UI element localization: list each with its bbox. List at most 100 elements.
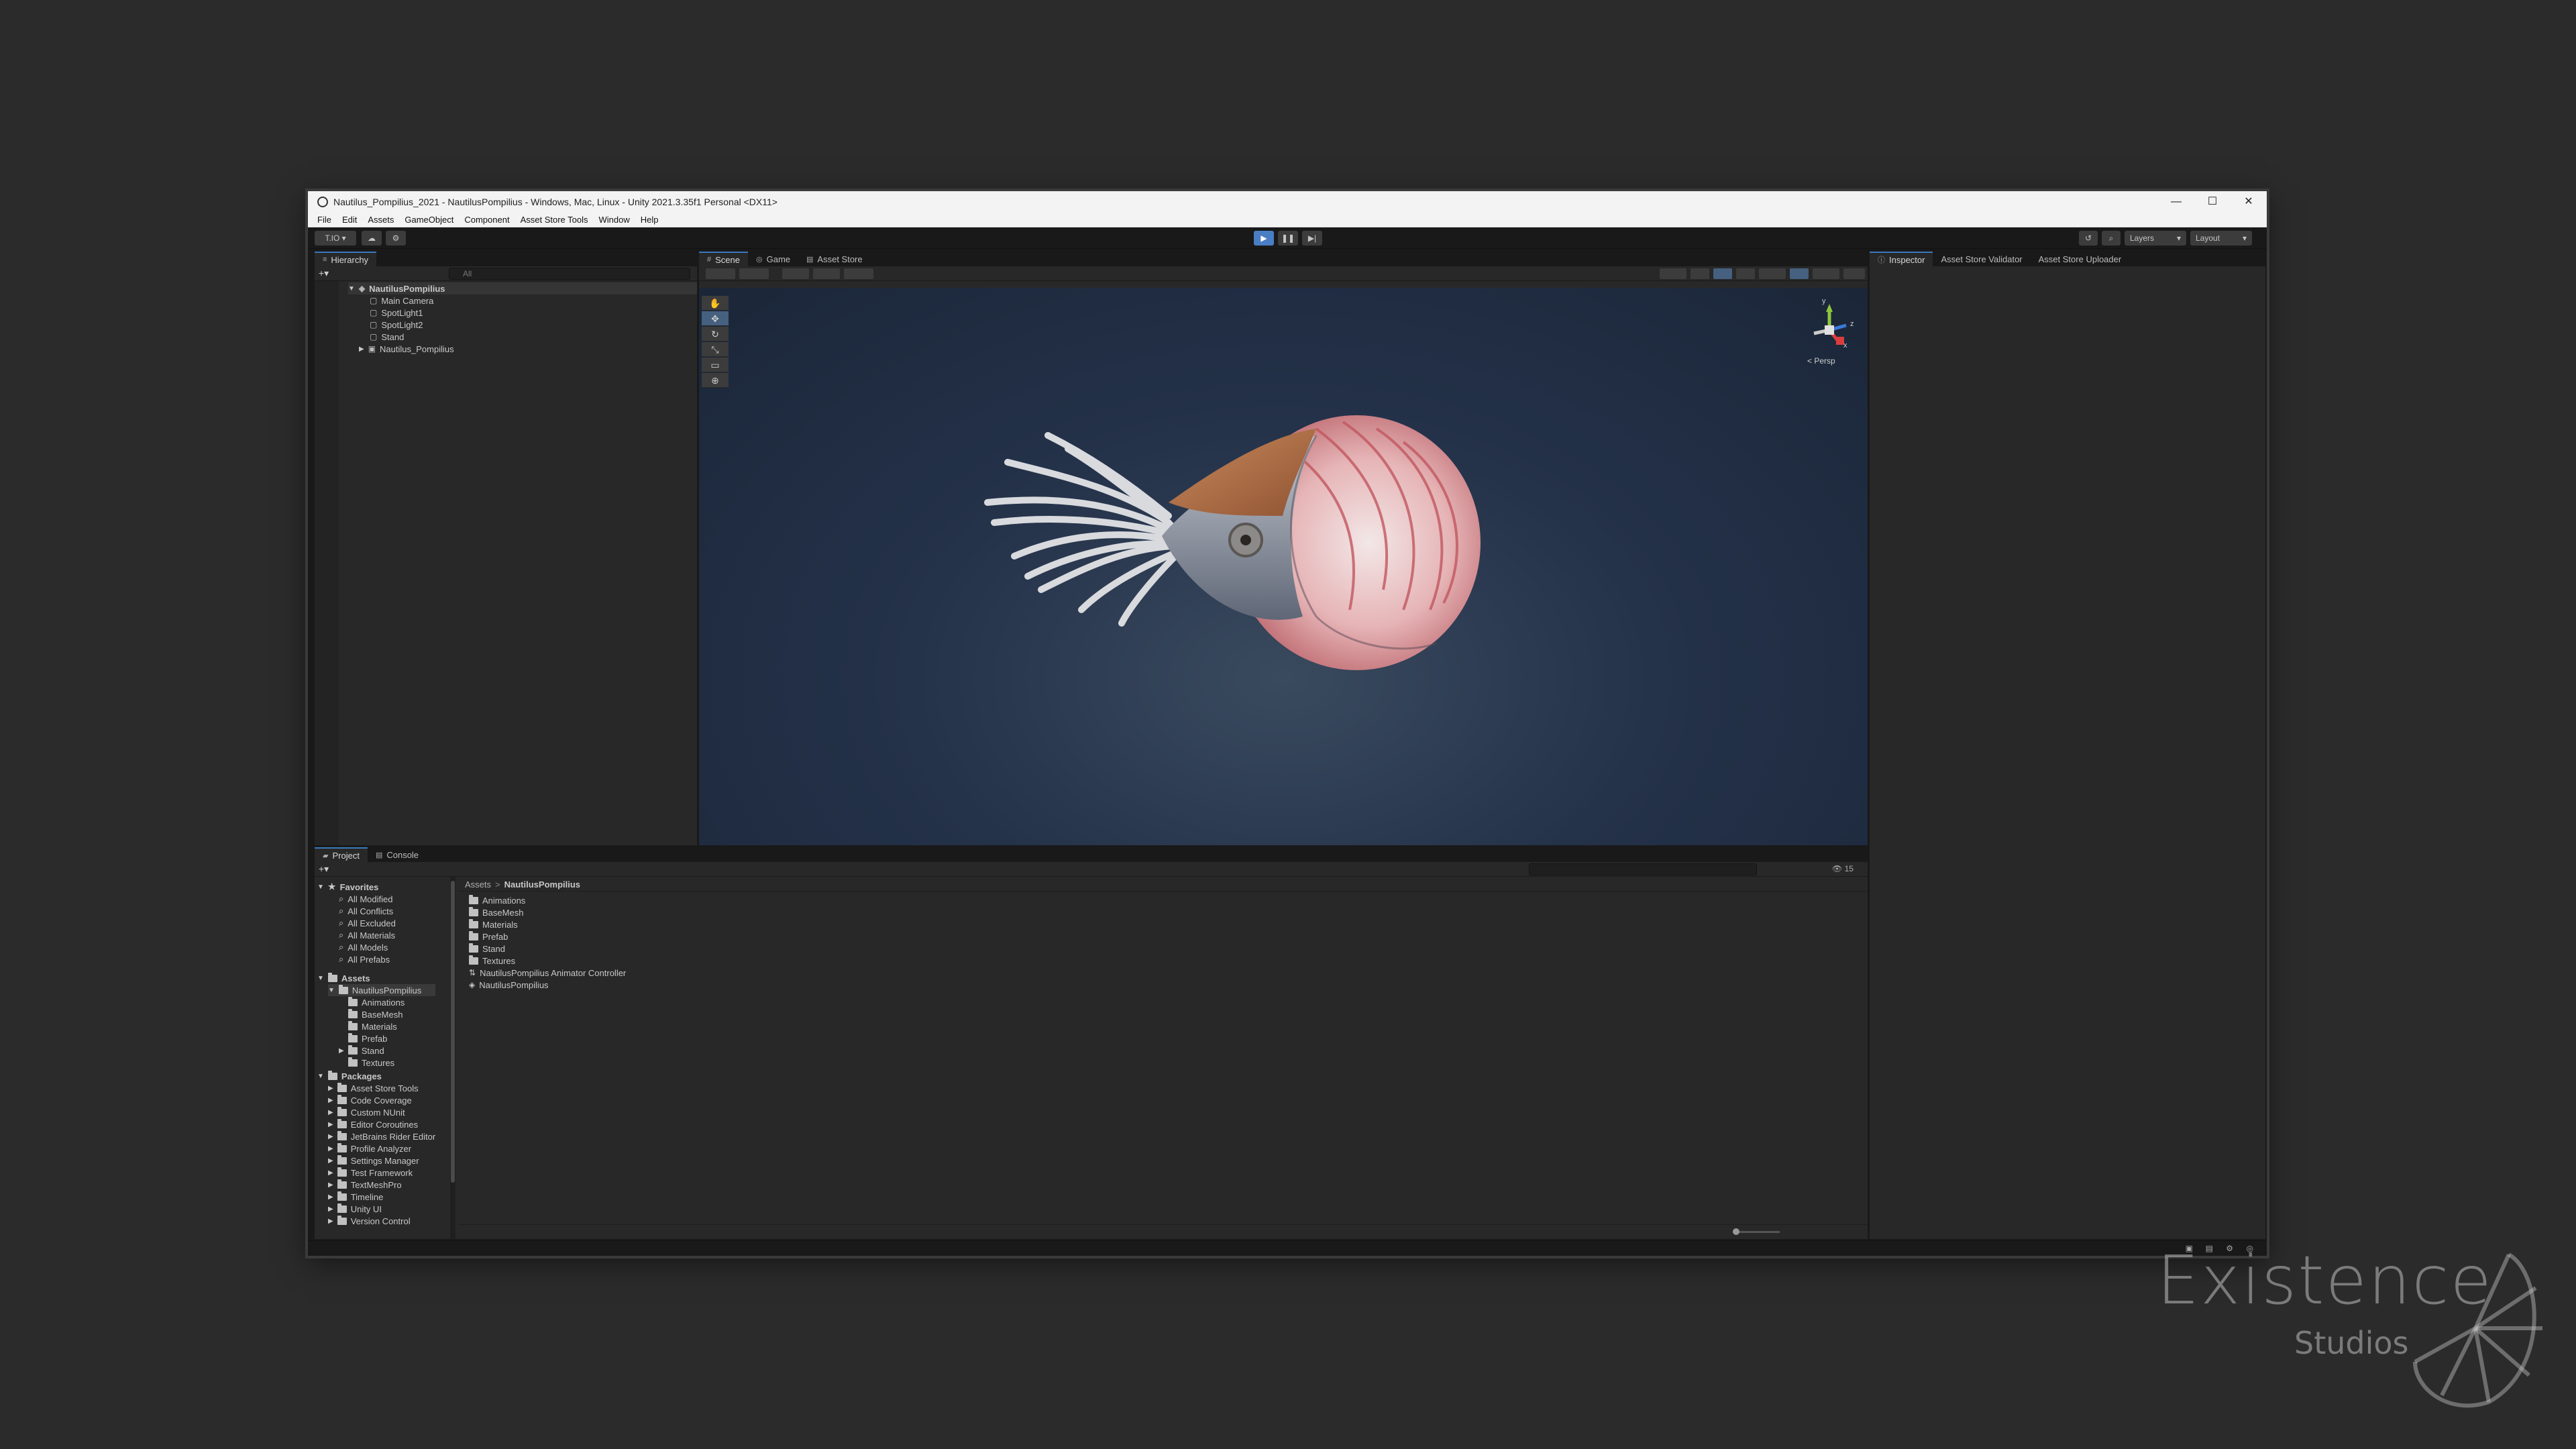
shading-mode-dropdown[interactable] <box>1660 268 1686 279</box>
orientation-gizmo[interactable]: y z x < Persp <box>1799 297 1860 367</box>
zoom-slider-handle[interactable] <box>1733 1228 1739 1235</box>
hidden-count-badge[interactable]: 👁 15 <box>1832 864 1854 873</box>
package-item[interactable]: ▶ Code Coverage <box>328 1094 412 1106</box>
favorite-item[interactable]: ⌕ All Conflicts <box>339 905 393 917</box>
tab-asset-store[interactable]: ▤ Asset Store <box>798 252 871 266</box>
asset-folder[interactable]: Textures <box>348 1057 394 1069</box>
search-icon[interactable]: ⌕ <box>2102 231 2121 246</box>
play-button[interactable]: ▶ <box>1254 231 1274 246</box>
2d-toggle[interactable] <box>1690 268 1709 279</box>
tab-game[interactable]: ◎ Game <box>748 252 798 266</box>
tab-scene[interactable]: # Scene <box>699 252 748 266</box>
content-item[interactable]: ⇅ NautilusPompilius Animator Controller <box>469 967 626 979</box>
package-item[interactable]: ▶ Timeline <box>328 1191 383 1203</box>
content-item[interactable]: BaseMesh <box>469 906 523 918</box>
favorite-item[interactable]: ⌕ All Models <box>339 941 388 953</box>
hierarchy-item[interactable]: ▢ Main Camera <box>370 294 433 307</box>
favorites-header[interactable]: ▼ ★ Favorites <box>317 881 378 893</box>
content-item[interactable]: Animations <box>469 894 525 906</box>
content-item[interactable]: Stand <box>469 943 505 955</box>
scene-row[interactable]: ▼ ◈ NautilusPompilius <box>348 282 697 294</box>
cloud-icon[interactable]: ☁ <box>362 231 382 246</box>
audio-toggle-icon[interactable] <box>1736 268 1755 279</box>
rotate-tool-icon[interactable]: ↻ <box>702 327 729 341</box>
nautilus-model[interactable] <box>967 388 1491 677</box>
effects-dropdown[interactable] <box>1759 268 1786 279</box>
hierarchy-item[interactable]: ▢ SpotLight2 <box>370 319 423 331</box>
content-item[interactable]: Materials <box>469 918 518 930</box>
package-item[interactable]: ▶ JetBrains Rider Editor <box>328 1130 435 1142</box>
content-item[interactable]: ◈ NautilusPompilius <box>469 979 549 991</box>
package-item[interactable]: ▶ Unity UI <box>328 1203 382 1215</box>
package-item[interactable]: ▶ TextMeshPro <box>328 1179 402 1191</box>
packages-header[interactable]: ▼ Packages <box>317 1070 382 1082</box>
account-dropdown[interactable]: T.IO ▾ <box>315 231 356 246</box>
close-button[interactable]: ✕ <box>2231 191 2267 213</box>
tab-asset-store-validator[interactable]: Asset Store Validator <box>1933 252 2030 266</box>
menu-help[interactable]: Help <box>641 215 659 225</box>
menu-gameobject[interactable]: GameObject <box>405 215 453 225</box>
package-item[interactable]: ▶ Asset Store Tools <box>328 1082 419 1094</box>
asset-folder[interactable]: Animations <box>348 996 405 1008</box>
content-item[interactable]: Prefab <box>469 930 508 943</box>
menu-assets[interactable]: Assets <box>368 215 394 225</box>
hierarchy-item[interactable]: ▶ ▣ Nautilus_Pompilius <box>359 343 454 355</box>
package-item[interactable]: ▶ Test Framework <box>328 1167 413 1179</box>
asset-folder[interactable]: Materials <box>348 1020 397 1032</box>
tab-hierarchy[interactable]: ≡ Hierarchy <box>315 252 377 266</box>
draw-mode-dropdown[interactable] <box>706 268 735 279</box>
package-item[interactable]: ▶ Profile Analyzer <box>328 1142 411 1155</box>
asset-folder[interactable]: ▶ Stand <box>339 1044 384 1057</box>
tab-inspector[interactable]: ⓘ Inspector <box>1870 252 1933 266</box>
package-item[interactable]: ▶ Editor Coroutines <box>328 1118 418 1130</box>
snap-increment-dropdown[interactable] <box>813 268 840 279</box>
scene-viewport[interactable]: ✋ ✥ ↻ ⤡ ▭ ⊕ y z x < Persp <box>699 288 1868 845</box>
maximize-button[interactable]: ☐ <box>2194 191 2231 213</box>
package-item[interactable]: ▶ Version Control <box>328 1215 411 1227</box>
hierarchy-item[interactable]: ▢ SpotLight1 <box>370 307 423 319</box>
add-button[interactable]: +▾ <box>319 863 329 875</box>
step-button[interactable]: ▶| <box>1302 231 1322 246</box>
pivot-dropdown[interactable] <box>739 268 769 279</box>
hierarchy-item[interactable]: ▢ Stand <box>370 331 404 343</box>
zoom-slider[interactable] <box>1733 1228 1780 1235</box>
pause-button[interactable]: ❚❚ <box>1278 231 1298 246</box>
menu-window[interactable]: Window <box>599 215 630 225</box>
scene-visibility-icon[interactable] <box>1790 268 1809 279</box>
layout-dropdown[interactable]: Layout ▾ <box>2190 231 2252 246</box>
hand-tool-icon[interactable]: ✋ <box>702 296 729 311</box>
camera-settings-dropdown[interactable] <box>1813 268 1839 279</box>
tab-asset-store-uploader[interactable]: Asset Store Uploader <box>2031 252 2130 266</box>
favorite-item[interactable]: ⌕ All Prefabs <box>339 953 390 965</box>
favorite-item[interactable]: ⌕ All Materials <box>339 929 395 941</box>
favorite-item[interactable]: ⌕ All Modified <box>339 893 392 905</box>
scrollbar-thumb[interactable] <box>451 881 455 1183</box>
breadcrumb-current[interactable]: NautilusPompilius <box>504 879 580 890</box>
transform-tool-icon[interactable]: ⊕ <box>702 373 729 388</box>
breadcrumb-assets[interactable]: Assets <box>465 879 491 890</box>
tool-settings-dropdown[interactable] <box>844 268 873 279</box>
menu-file[interactable]: File <box>317 215 331 225</box>
content-item[interactable]: Textures <box>469 955 515 967</box>
menu-asset-store-tools[interactable]: Asset Store Tools <box>521 215 588 225</box>
minimize-button[interactable]: — <box>2158 191 2194 213</box>
tree-scrollbar[interactable] <box>450 877 455 1239</box>
add-button[interactable]: +▾ <box>319 268 329 279</box>
assets-header[interactable]: ▼ Assets <box>317 972 370 984</box>
lighting-toggle-icon[interactable] <box>1713 268 1732 279</box>
rect-tool-icon[interactable]: ▭ <box>702 358 729 372</box>
persp-label[interactable]: < Persp <box>1807 356 1835 366</box>
history-icon[interactable]: ↺ <box>2079 231 2098 246</box>
menu-edit[interactable]: Edit <box>342 215 357 225</box>
package-item[interactable]: ▶ Settings Manager <box>328 1155 419 1167</box>
project-search-input[interactable] <box>1529 863 1757 875</box>
asset-folder-selected[interactable]: ▼ NautilusPompilius <box>328 984 435 996</box>
grid-snap-dropdown[interactable] <box>782 268 809 279</box>
layers-dropdown[interactable]: Layers ▾ <box>2125 231 2186 246</box>
asset-folder[interactable]: BaseMesh <box>348 1008 402 1020</box>
move-tool-icon[interactable]: ✥ <box>702 311 729 326</box>
hierarchy-search-input[interactable]: All <box>449 268 690 280</box>
asset-folder[interactable]: Prefab <box>348 1032 387 1044</box>
tab-console[interactable]: ▤ Console <box>368 847 427 862</box>
services-gear-icon[interactable]: ⚙ <box>386 231 406 246</box>
